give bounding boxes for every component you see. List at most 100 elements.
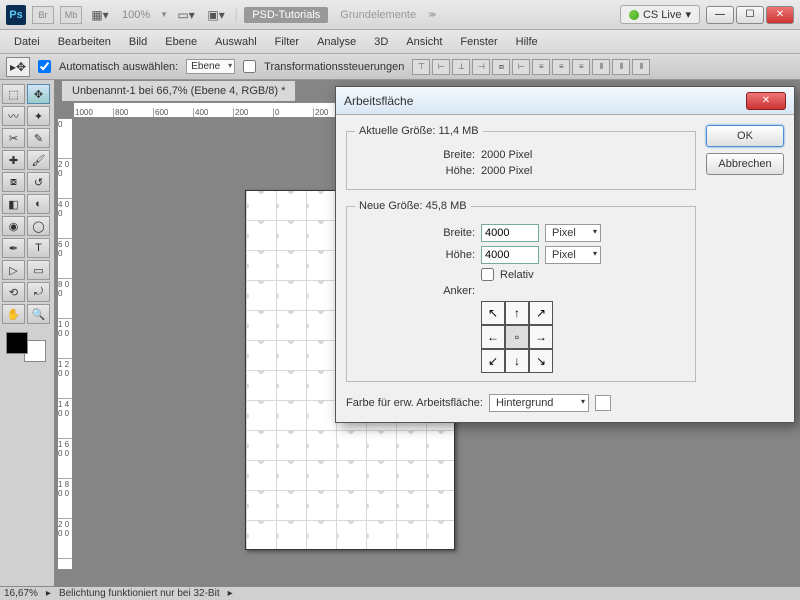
menu-fenster[interactable]: Fenster (452, 34, 505, 50)
hand-tool[interactable]: ✋ (2, 304, 25, 324)
anchor-w[interactable]: ← (481, 325, 505, 349)
new-size-group: Neue Größe: 45,8 MB Breite: Pixel Höhe: … (346, 200, 696, 382)
eyedropper-tool[interactable]: ✎ (27, 128, 50, 148)
relative-checkbox[interactable] (481, 268, 494, 281)
new-height-input[interactable] (481, 246, 539, 264)
workspace-grundelemente[interactable]: Grundelemente (334, 9, 422, 21)
anchor-nw[interactable]: ↖ (481, 301, 505, 325)
menu-bild[interactable]: Bild (121, 34, 155, 50)
3d-tool[interactable]: ⟲ (2, 282, 25, 302)
status-zoom[interactable]: 16,67% (4, 588, 38, 599)
minimize-button[interactable]: — (706, 6, 734, 24)
blur-tool[interactable]: ◉ (2, 216, 25, 236)
dodge-tool[interactable]: ◯ (27, 216, 50, 236)
new-width-input[interactable] (481, 224, 539, 242)
heal-tool[interactable]: ✚ (2, 150, 25, 170)
auto-select-dropdown[interactable]: Ebene (186, 59, 235, 74)
align-icon[interactable]: ⊥ (452, 59, 470, 75)
path-tool[interactable]: ▷ (2, 260, 25, 280)
shape-tool[interactable]: ▭ (27, 260, 50, 280)
move-tool[interactable]: ✥ (27, 84, 50, 104)
arrange-icon[interactable]: ▭▾ (174, 6, 198, 24)
auto-select-label: Automatisch auswählen: (59, 61, 178, 73)
distribute-icon[interactable]: ⦀ (592, 59, 610, 75)
chevron-down-icon[interactable]: ▼ (160, 10, 168, 19)
3d-camera-tool[interactable]: ⤾ (27, 282, 50, 302)
pen-tool[interactable]: ✒ (2, 238, 25, 258)
options-bar: ▸✥ Automatisch auswählen: Ebene Transfor… (0, 54, 800, 80)
history-brush-tool[interactable]: ↺ (27, 172, 50, 192)
wand-tool[interactable]: ✦ (27, 106, 50, 126)
dialog-close-button[interactable]: ✕ (746, 92, 786, 110)
align-icon[interactable]: ⧈ (492, 59, 510, 75)
distribute-icon[interactable]: ≡ (572, 59, 590, 75)
zoom-tool[interactable]: 🔍 (27, 304, 50, 324)
menu-ebene[interactable]: Ebene (157, 34, 205, 50)
anchor-n[interactable]: ↑ (505, 301, 529, 325)
anchor-center[interactable]: ▫ (505, 325, 529, 349)
extension-color-swatch[interactable] (595, 395, 611, 411)
extension-color-dropdown[interactable]: Hintergrund (489, 394, 589, 412)
height-unit-dropdown[interactable]: Pixel (545, 246, 601, 264)
auto-select-checkbox[interactable] (38, 60, 51, 73)
dialog-titlebar[interactable]: Arbeitsfläche ✕ (336, 87, 794, 115)
bridge-icon[interactable]: Br (32, 6, 54, 24)
align-icon[interactable]: ⊤ (412, 59, 430, 75)
anchor-s[interactable]: ↓ (505, 349, 529, 373)
anchor-e[interactable]: → (529, 325, 553, 349)
cancel-button[interactable]: Abbrechen (706, 153, 784, 175)
workspace-psd-tutorials[interactable]: PSD-Tutorials (244, 7, 328, 23)
distribute-icon[interactable]: ⦀ (612, 59, 630, 75)
menu-filter[interactable]: Filter (267, 34, 307, 50)
menu-auswahl[interactable]: Auswahl (207, 34, 265, 50)
view-icon[interactable]: ▦▾ (88, 6, 112, 24)
anchor-ne[interactable]: ↗ (529, 301, 553, 325)
screenmode-icon[interactable]: ▣▾ (204, 6, 228, 24)
maximize-button[interactable]: ☐ (736, 6, 764, 24)
double-chevron-icon[interactable]: ≫ (428, 10, 436, 19)
close-button[interactable]: ✕ (766, 6, 794, 24)
transform-controls-checkbox[interactable] (243, 60, 256, 73)
dialog-title: Arbeitsfläche (344, 94, 413, 108)
gradient-tool[interactable]: ◐ (27, 194, 50, 214)
distribute-icon[interactable]: ≡ (532, 59, 550, 75)
anchor-sw[interactable]: ↙ (481, 349, 505, 373)
align-icon[interactable]: ⊢ (432, 59, 450, 75)
status-bar: 16,67% ▸ Belichtung funktioniert nur bei… (0, 586, 800, 600)
distribute-icon[interactable]: ⦀ (632, 59, 650, 75)
cs-live-button[interactable]: CS Live ▾ (620, 5, 700, 24)
move-tool-preset-icon[interactable]: ▸✥ (6, 57, 30, 77)
title-bar: Ps Br Mb ▦▾ 100% ▼ ▭▾ ▣▾ | PSD-Tutorials… (0, 0, 800, 30)
width-unit-dropdown[interactable]: Pixel (545, 224, 601, 242)
menu-hilfe[interactable]: Hilfe (508, 34, 546, 50)
photoshop-logo-icon: Ps (6, 5, 26, 25)
menu-3d[interactable]: 3D (366, 34, 396, 50)
foreground-color-icon[interactable] (6, 332, 28, 354)
brush-tool[interactable]: 🖌 (27, 150, 50, 170)
ruler-vertical: 02 0 04 0 06 0 08 0 01 0 0 01 2 0 01 4 0… (57, 118, 73, 570)
stamp-tool[interactable]: ⧇ (2, 172, 25, 192)
align-icon[interactable]: ⊣ (472, 59, 490, 75)
menu-ansicht[interactable]: Ansicht (398, 34, 450, 50)
menu-bearbeiten[interactable]: Bearbeiten (50, 34, 119, 50)
type-tool[interactable]: T (27, 238, 50, 258)
menu-analyse[interactable]: Analyse (309, 34, 364, 50)
anchor-se[interactable]: ↘ (529, 349, 553, 373)
marquee-tool[interactable]: ⬚ (2, 84, 25, 104)
new-width-label: Breite: (355, 227, 475, 239)
menu-datei[interactable]: Datei (6, 34, 48, 50)
color-swatch[interactable] (6, 332, 46, 362)
extension-color-label: Farbe für erw. Arbeitsfläche: (346, 397, 483, 409)
minibridge-icon[interactable]: Mb (60, 6, 82, 24)
document-tab[interactable]: Unbenannt-1 bei 66,7% (Ebene 4, RGB/8) * (61, 80, 296, 101)
current-height-label: Höhe: (355, 165, 475, 177)
align-icon[interactable]: ⊢ (512, 59, 530, 75)
distribute-icon[interactable]: ≡ (552, 59, 570, 75)
relative-label: Relativ (500, 269, 534, 281)
transform-controls-label: Transformationssteuerungen (264, 61, 404, 73)
lasso-tool[interactable]: 〰 (2, 106, 25, 126)
eraser-tool[interactable]: ◧ (2, 194, 25, 214)
crop-tool[interactable]: ✂ (2, 128, 25, 148)
zoom-display[interactable]: 100% (118, 9, 154, 21)
ok-button[interactable]: OK (706, 125, 784, 147)
